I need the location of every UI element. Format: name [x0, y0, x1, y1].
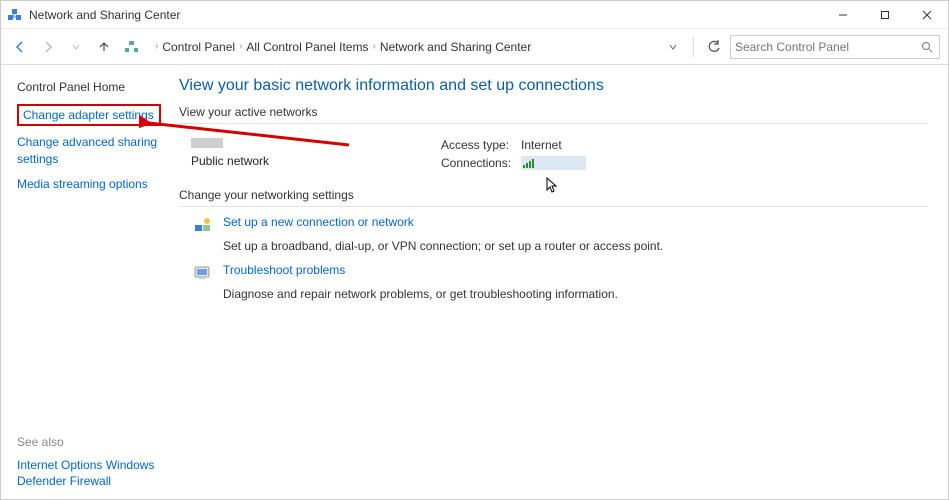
see-also-title: See also [17, 435, 161, 449]
connection-link[interactable] [521, 156, 586, 170]
troubleshoot-link[interactable]: Troubleshoot problems [223, 263, 345, 277]
highlight-adapter-settings: Change adapter settings [17, 104, 161, 126]
breadcrumb-control-panel[interactable]: Control Panel [162, 40, 235, 54]
minimize-button[interactable] [822, 1, 864, 29]
forward-button[interactable] [37, 36, 59, 58]
content: Control Panel Home Change adapter settin… [1, 65, 948, 499]
sidebar-adapter-settings[interactable]: Change adapter settings [23, 108, 154, 122]
titlebar: Network and Sharing Center [1, 1, 948, 29]
search-box[interactable] [730, 35, 940, 59]
window-title: Network and Sharing Center [29, 8, 180, 22]
recent-dropdown[interactable] [65, 36, 87, 58]
breadcrumb-current[interactable]: Network and Sharing Center [380, 40, 531, 54]
breadcrumb[interactable]: › Control Panel › All Control Panel Item… [149, 35, 657, 59]
chevron-right-icon: › [372, 41, 375, 52]
sidebar-media-streaming[interactable]: Media streaming options [17, 176, 161, 192]
network-name-redacted [191, 138, 223, 148]
page-title: View your basic network information and … [179, 77, 928, 95]
address-dropdown[interactable] [663, 37, 683, 57]
chevron-right-icon: › [239, 41, 242, 52]
window-controls [822, 1, 948, 29]
toolbar: › Control Panel › All Control Panel Item… [1, 29, 948, 65]
sidebar: Control Panel Home Change adapter settin… [1, 65, 171, 499]
chevron-right-icon: › [155, 41, 158, 52]
address-icon [123, 38, 141, 56]
wifi-signal-icon [523, 158, 534, 168]
settings-list: Set up a new connection or network Set u… [179, 215, 928, 301]
app-icon [7, 7, 23, 23]
sidebar-internet-options[interactable]: Internet Options [17, 458, 102, 472]
main-panel: View your basic network information and … [171, 65, 948, 499]
refresh-button[interactable] [704, 37, 724, 57]
active-network-row: Public network Access type: Internet Con… [179, 132, 928, 188]
new-connection-icon [193, 215, 213, 235]
search-input[interactable] [735, 40, 919, 54]
connection-name-redacted [538, 159, 578, 168]
change-settings-label: Change your networking settings [179, 188, 928, 202]
separator [693, 37, 694, 57]
up-button[interactable] [93, 36, 115, 58]
active-networks-label: View your active networks [179, 105, 928, 119]
breadcrumb-all-items[interactable]: All Control Panel Items [246, 40, 368, 54]
access-type-label: Access type: [441, 138, 521, 152]
setup-connection-link[interactable]: Set up a new connection or network [223, 215, 414, 229]
sidebar-home[interactable]: Control Panel Home [17, 79, 161, 95]
setting-item-troubleshoot: Troubleshoot problems [193, 263, 928, 283]
back-button[interactable] [9, 36, 31, 58]
network-type: Public network [191, 154, 441, 168]
divider [179, 206, 928, 207]
see-also-section: See also Internet Options Windows Defend… [17, 423, 161, 489]
divider [179, 123, 928, 124]
connections-label: Connections: [441, 156, 521, 170]
troubleshoot-desc: Diagnose and repair network problems, or… [223, 287, 928, 301]
setting-item-new-connection: Set up a new connection or network [193, 215, 928, 235]
search-icon [919, 41, 935, 53]
sidebar-advanced-sharing[interactable]: Change advanced sharing settings [17, 134, 161, 166]
setup-connection-desc: Set up a broadband, dial-up, or VPN conn… [223, 239, 928, 253]
troubleshoot-icon [193, 263, 213, 283]
access-type-value: Internet [521, 138, 562, 152]
maximize-button[interactable] [864, 1, 906, 29]
close-button[interactable] [906, 1, 948, 29]
